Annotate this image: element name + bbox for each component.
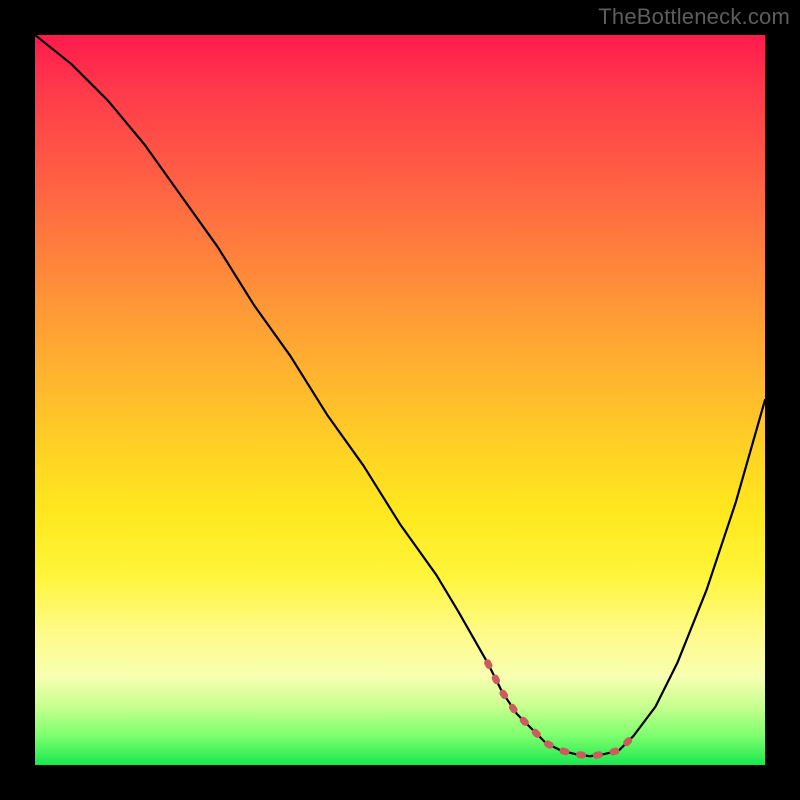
- watermark-text: TheBottleneck.com: [598, 4, 790, 30]
- bottleneck-curve-path: [35, 35, 765, 756]
- plot-area: [35, 35, 765, 765]
- flat-minimum-marker-path: [488, 663, 634, 756]
- chart-frame: TheBottleneck.com: [0, 0, 800, 800]
- chart-svg: [35, 35, 765, 765]
